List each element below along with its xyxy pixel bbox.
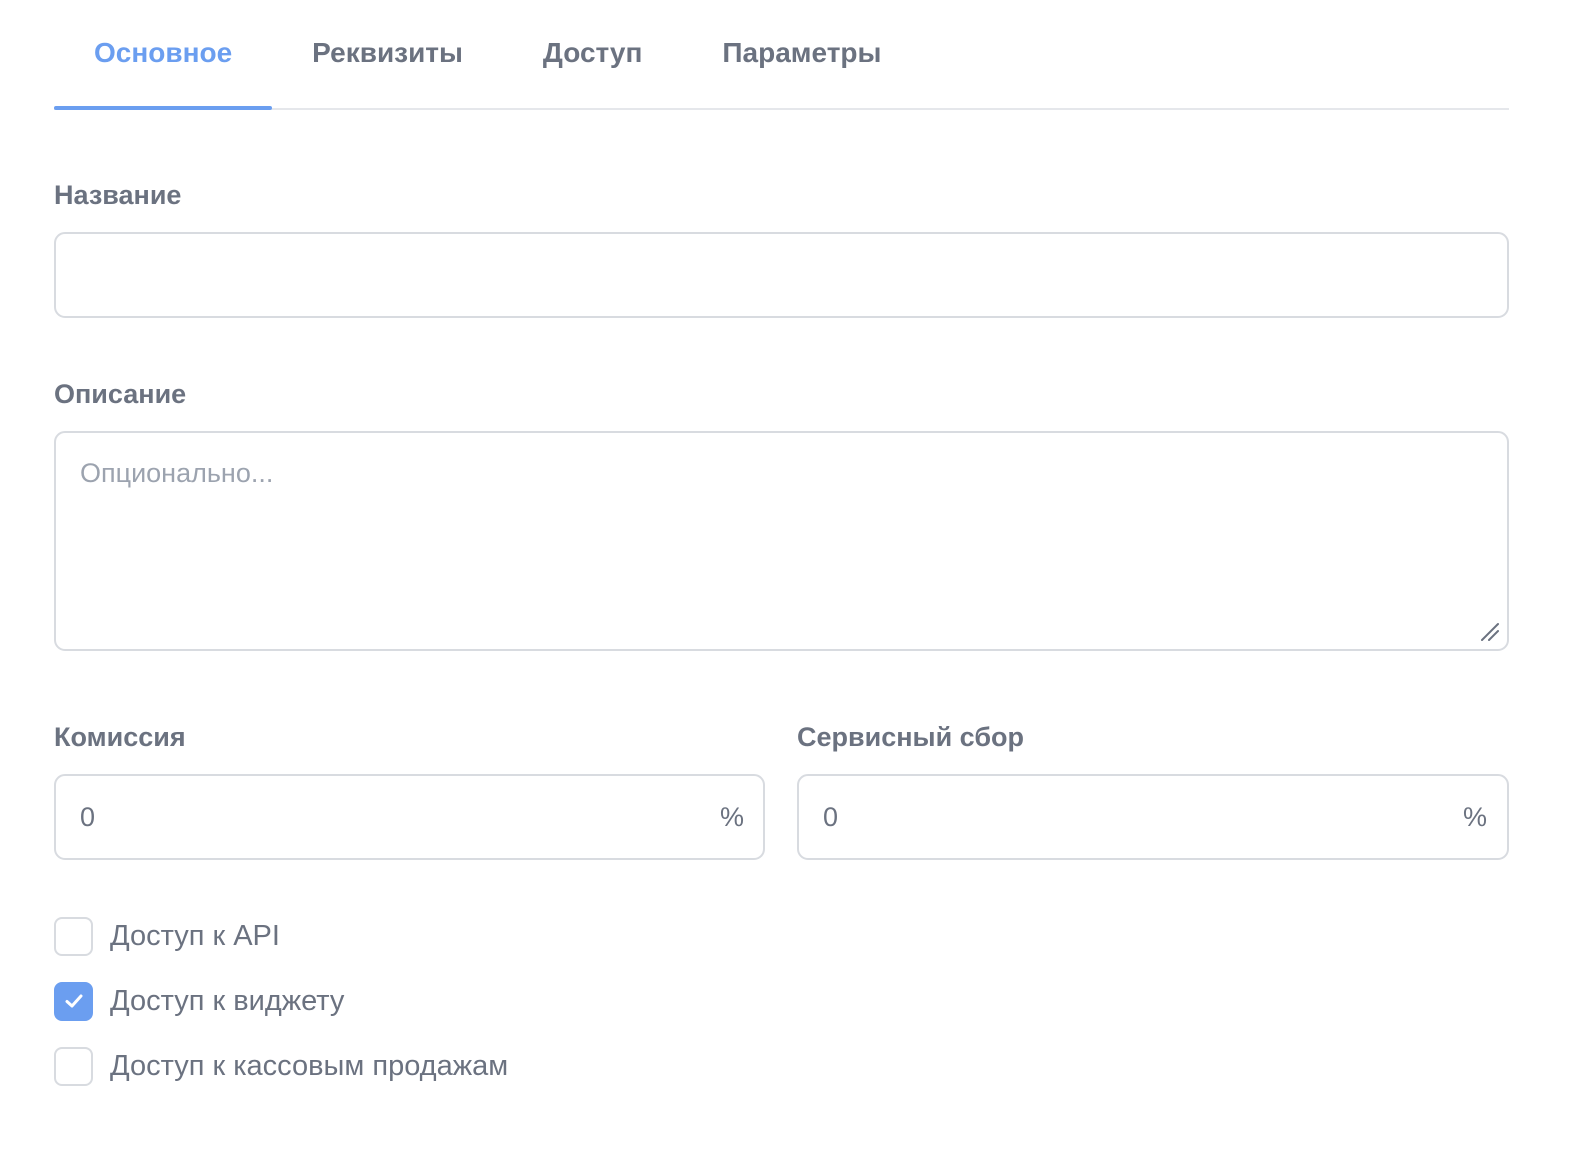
- api-access-checkbox-row[interactable]: Доступ к API: [54, 916, 280, 956]
- tab-parameters[interactable]: Параметры: [682, 0, 921, 108]
- api-access-label: Доступ к API: [110, 919, 280, 952]
- service-fee-label: Сервисный сбор: [797, 722, 1025, 752]
- widget-access-checkbox-row[interactable]: Доступ к виджету: [54, 981, 344, 1021]
- checkmark-icon: [65, 994, 82, 1008]
- commission-percent-suffix: %: [720, 802, 745, 832]
- tab-bar: Основное Реквизиты Доступ Параметры: [54, 0, 1509, 110]
- tab-access[interactable]: Доступ: [503, 0, 683, 108]
- cash-sales-access-checkbox[interactable]: [54, 1046, 93, 1086]
- description-textarea[interactable]: [54, 431, 1509, 651]
- description-label: Описание: [54, 379, 187, 409]
- name-label: Название: [54, 180, 182, 210]
- settings-form-page: Основное Реквизиты Доступ Параметры Назв…: [0, 0, 1590, 1170]
- widget-access-label: Доступ к виджету: [110, 984, 345, 1017]
- tab-requisites-label: Реквизиты: [312, 37, 463, 68]
- api-access-checkbox[interactable]: [54, 916, 93, 956]
- tab-main-label: Основное: [94, 37, 233, 68]
- service-fee-input[interactable]: [797, 774, 1509, 860]
- tab-parameters-label: Параметры: [722, 37, 882, 68]
- commission-input[interactable]: [54, 774, 765, 860]
- widget-access-checkbox[interactable]: [54, 981, 93, 1021]
- resize-grip-icon[interactable]: [1480, 622, 1500, 642]
- cash-sales-access-label: Доступ к кассовым продажам: [110, 1049, 509, 1082]
- cash-sales-access-checkbox-row[interactable]: Доступ к кассовым продажам: [54, 1046, 508, 1086]
- tab-requisites[interactable]: Реквизиты: [272, 0, 503, 108]
- commission-label: Комиссия: [54, 722, 186, 752]
- tab-access-label: Доступ: [542, 37, 643, 68]
- service-fee-percent-suffix: %: [1463, 802, 1488, 832]
- name-input[interactable]: [54, 232, 1509, 318]
- tab-main[interactable]: Основное: [54, 0, 273, 110]
